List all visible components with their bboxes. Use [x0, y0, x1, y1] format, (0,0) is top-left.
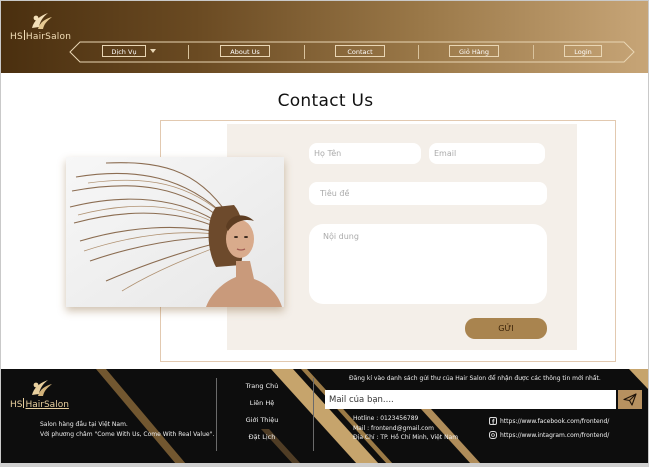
facebook-link[interactable]: https://www.facebook.com/frontend/ — [489, 417, 609, 427]
newsletter-send-button[interactable] — [618, 390, 642, 409]
hair-model-photo — [66, 157, 284, 307]
footer-description-line1: Salon hàng đầu tại Việt Nam. — [40, 421, 128, 428]
footer: HS HairSalon Salon hàng đầu tại Việt Nam.… — [1, 369, 648, 464]
brand-name: HairSalon — [25, 32, 72, 42]
header: HS HairSalon Dịch Vụ About Us Contact Giỏ… — [1, 1, 648, 73]
hotline-text: Hotline : 0123456789 — [353, 415, 419, 422]
nav-divider — [304, 45, 305, 59]
address-text: Địa Chỉ : TP. Hồ Chí Minh, Việt Nam — [353, 434, 459, 441]
brand-wordmark: HS HairSalon — [10, 30, 71, 42]
send-icon — [623, 393, 637, 406]
instagram-icon — [489, 431, 497, 439]
nav-about-us[interactable]: About Us — [220, 45, 270, 57]
name-input[interactable] — [309, 143, 421, 164]
footer-brand-wordmark: HS HairSalon — [10, 398, 69, 410]
footer-link-dat-lich[interactable]: Đặt Lịch — [227, 433, 297, 441]
footer-description-line2: Với phương châm "Come With Us, Come With… — [40, 431, 215, 438]
nav-contact[interactable]: Contact — [335, 45, 385, 57]
chevron-down-icon[interactable] — [150, 49, 156, 53]
email-input[interactable] — [429, 143, 545, 164]
footer-link-lien-he[interactable]: Liên Hệ — [227, 399, 297, 407]
footer-divider — [216, 378, 217, 451]
newsletter-email-input[interactable] — [325, 390, 616, 409]
nav-divider — [418, 45, 419, 59]
nav-login[interactable]: Login — [564, 45, 602, 57]
footer-brand-hs: HS — [10, 400, 23, 410]
hair-logo-icon — [32, 13, 52, 29]
instagram-url: https://www.intagram.com/frontend/ — [500, 432, 610, 439]
send-button[interactable]: GỬI — [465, 318, 547, 339]
hair-logo-icon — [32, 380, 52, 396]
page-title: Contact Us — [277, 91, 374, 111]
facebook-icon — [489, 417, 497, 425]
footer-divider — [313, 378, 314, 451]
brand-hs: HS — [10, 32, 23, 42]
footer-logo[interactable]: HS HairSalon — [10, 377, 70, 413]
app-frame: HS HairSalon Dịch Vụ About Us Contact Giỏ… — [0, 0, 649, 467]
newsletter-text: Đăng kí vào danh sách gửi thư của Hair S… — [349, 375, 601, 382]
footer-link-trang-chu[interactable]: Trang Chủ — [227, 382, 297, 390]
nav-gio-hang[interactable]: Giỏ Hàng — [449, 45, 499, 57]
header-logo[interactable]: HS HairSalon — [10, 10, 71, 44]
instagram-link[interactable]: https://www.intagram.com/frontend/ — [489, 431, 609, 441]
nav-divider — [188, 45, 189, 59]
main-nav: Dịch Vụ About Us Contact Giỏ Hàng Login — [69, 41, 635, 63]
hair-model-illustration — [66, 157, 284, 307]
window-bottom-edge — [0, 463, 649, 467]
footer-brand-name: HairSalon — [25, 400, 69, 410]
message-textarea[interactable] — [309, 224, 547, 304]
nav-dich-vu[interactable]: Dịch Vụ — [102, 45, 146, 57]
facebook-url: https://www.facebook.com/frontend/ — [500, 418, 610, 425]
subject-input[interactable] — [309, 182, 547, 205]
nav-divider — [533, 45, 534, 59]
footer-link-gioi-thieu[interactable]: Giới Thiệu — [227, 416, 297, 424]
mail-text: Mail : frontend@gmail.com — [353, 425, 434, 432]
